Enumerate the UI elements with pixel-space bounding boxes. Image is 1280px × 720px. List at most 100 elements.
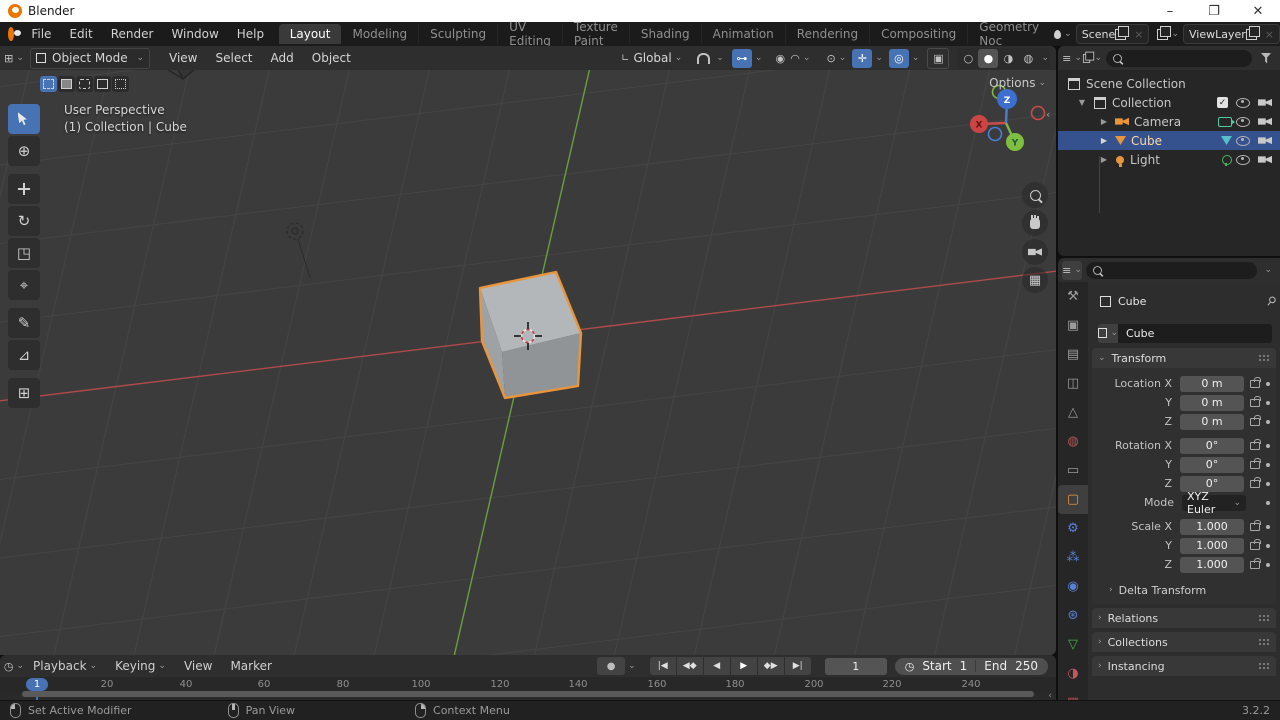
- select-circle-button[interactable]: [76, 76, 93, 92]
- snap-with-button[interactable]: ⊶: [732, 49, 752, 68]
- tab-object-data-properties[interactable]: ▽: [1058, 630, 1088, 659]
- next-keyframe-button[interactable]: ◆▶: [758, 657, 784, 675]
- scene-browse-button[interactable]: ⌄: [1054, 29, 1072, 39]
- tab-physics-properties[interactable]: ◉: [1058, 572, 1088, 601]
- viewport-menu-view[interactable]: View: [160, 46, 206, 70]
- tool-add-cube[interactable]: ⊞: [8, 378, 40, 408]
- rotation-y-field[interactable]: 0°: [1180, 457, 1244, 473]
- transform-orientation-dropdown[interactable]: ∟ Global⌄: [616, 49, 687, 68]
- disable-render-icon[interactable]: [1258, 155, 1272, 164]
- new-scene-icon[interactable]: [1115, 29, 1126, 40]
- timeline-menu-keying[interactable]: Keying⌄: [106, 655, 175, 678]
- show-gizmo-button[interactable]: ✛: [852, 49, 872, 68]
- overlays-chevron[interactable]: ⌄: [912, 53, 920, 63]
- minimize-button[interactable]: –: [1148, 0, 1192, 22]
- properties-search-input[interactable]: [1086, 262, 1257, 279]
- workspace-tab-sculpting[interactable]: Sculpting: [419, 24, 498, 44]
- animate-dot[interactable]: [1266, 420, 1270, 424]
- animate-dot[interactable]: [1266, 544, 1270, 548]
- workspace-tab-uv-editing[interactable]: UV Editing: [498, 24, 563, 44]
- outliner-editor-type-button[interactable]: ≡⌄: [1062, 49, 1082, 68]
- tool-scale[interactable]: ◳: [8, 238, 40, 268]
- collections-panel-header[interactable]: › Collections: [1092, 632, 1276, 652]
- viewport-menu-add[interactable]: Add: [262, 46, 303, 70]
- disclosure-triangle-icon[interactable]: ▶: [1098, 117, 1110, 126]
- workspace-tab-shading[interactable]: Shading: [630, 24, 702, 44]
- delta-transform-subpanel[interactable]: › Delta Transform: [1092, 580, 1276, 600]
- prev-keyframe-button[interactable]: ◀◆: [677, 657, 703, 675]
- tool-annotate[interactable]: ✎: [8, 308, 40, 338]
- workspace-tab-compositing[interactable]: Compositing: [870, 24, 968, 44]
- tab-particle-properties[interactable]: ⁂: [1058, 543, 1088, 572]
- animate-dot[interactable]: [1266, 401, 1270, 405]
- tab-scene-properties[interactable]: △: [1058, 398, 1088, 427]
- mode-dropdown[interactable]: Object Mode⌄: [30, 48, 150, 69]
- playhead[interactable]: 1: [26, 678, 48, 691]
- 3d-viewport[interactable]: Z X Y ⊞ ⌄ Object Mode⌄ View Select Add Ob…: [0, 46, 1056, 655]
- current-frame-field[interactable]: 1: [825, 658, 887, 675]
- drag-grip-icon[interactable]: [1258, 662, 1270, 670]
- menu-render[interactable]: Render: [102, 22, 163, 46]
- xray-toggle-button[interactable]: ▣: [927, 48, 949, 69]
- tool-select-box[interactable]: [8, 104, 40, 134]
- tab-tool-properties[interactable]: ⚒: [1058, 282, 1088, 311]
- menu-window[interactable]: Window: [162, 22, 227, 46]
- disclosure-triangle-icon[interactable]: ▶: [1098, 136, 1110, 145]
- location-y-field[interactable]: 0 m: [1180, 395, 1244, 411]
- options-dropdown[interactable]: Options⌄: [989, 76, 1046, 90]
- disable-render-icon[interactable]: [1258, 136, 1272, 145]
- tool-measure[interactable]: ⊿: [8, 340, 40, 370]
- timeline-menu-playback[interactable]: Playback⌄: [24, 655, 106, 678]
- outliner-search-input[interactable]: [1106, 50, 1252, 67]
- proportional-edit-button[interactable]: ◉: [770, 49, 790, 68]
- animate-dot[interactable]: [1266, 382, 1270, 386]
- snap-with-chevron[interactable]: ⌄: [755, 53, 763, 63]
- tool-cursor[interactable]: ⊕: [8, 136, 40, 166]
- tab-world-properties[interactable]: ◍: [1058, 427, 1088, 456]
- tool-move[interactable]: [8, 174, 40, 204]
- lock-icon[interactable]: [1250, 380, 1260, 388]
- jump-to-end-button[interactable]: ▶|: [785, 657, 811, 675]
- stopwatch-icon[interactable]: ◷: [905, 660, 915, 673]
- start-frame-field[interactable]: 1: [960, 659, 968, 673]
- outliner-row-cube[interactable]: ▶ Cube: [1058, 131, 1280, 150]
- drag-grip-icon[interactable]: [1258, 638, 1270, 646]
- tool-transform[interactable]: ⌖: [8, 270, 40, 300]
- disable-render-icon[interactable]: [1258, 117, 1272, 126]
- pan-button[interactable]: [1022, 210, 1048, 236]
- timeline-collapse-arrow[interactable]: ‹: [1048, 691, 1052, 700]
- maximize-button[interactable]: ❐: [1192, 0, 1236, 22]
- scene-name-field[interactable]: Scene ×: [1076, 24, 1150, 44]
- instancing-panel-header[interactable]: › Instancing: [1092, 656, 1276, 676]
- lock-icon[interactable]: [1250, 523, 1260, 531]
- keying-set-chevron[interactable]: ⌄: [628, 661, 636, 671]
- viewport-menu-select[interactable]: Select: [206, 46, 261, 70]
- view-layer-browse-button[interactable]: ⌄: [1157, 29, 1179, 40]
- drag-grip-icon[interactable]: [1258, 354, 1270, 362]
- hide-eye-icon[interactable]: [1236, 98, 1250, 108]
- select-lasso-button[interactable]: [94, 76, 111, 92]
- scale-z-field[interactable]: 1.000: [1180, 557, 1244, 573]
- select-box-button[interactable]: [58, 76, 75, 92]
- outliner-row-camera[interactable]: ▶ Camera: [1058, 112, 1280, 131]
- tool-rotate[interactable]: ↻: [8, 206, 40, 236]
- animate-dot[interactable]: [1266, 444, 1270, 448]
- ortho-toggle-button[interactable]: ▦: [1022, 267, 1048, 293]
- scale-x-field[interactable]: 1.000: [1180, 519, 1244, 535]
- gizmo-chevron[interactable]: ⌄: [875, 53, 883, 63]
- remove-view-layer-icon[interactable]: ×: [1265, 28, 1274, 41]
- tab-texture-properties[interactable]: ▩: [1058, 688, 1088, 700]
- exclude-checkbox[interactable]: ✓: [1217, 97, 1228, 108]
- workspace-tab-layout[interactable]: Layout: [279, 24, 342, 44]
- close-button[interactable]: ✕: [1236, 0, 1280, 22]
- lock-icon[interactable]: [1250, 442, 1260, 450]
- show-overlays-button[interactable]: ◎: [889, 49, 909, 68]
- select-tweak-button[interactable]: [40, 76, 57, 92]
- viewport-canvas[interactable]: Z X Y: [0, 46, 1056, 655]
- disable-render-icon[interactable]: [1258, 98, 1272, 107]
- rotation-mode-dropdown[interactable]: XYZ Euler⌄: [1182, 495, 1246, 511]
- jump-to-start-button[interactable]: |◀: [650, 657, 676, 675]
- viewport-menu-object[interactable]: Object: [303, 46, 360, 70]
- animate-dot[interactable]: [1266, 463, 1270, 467]
- shading-chevron[interactable]: ⌄: [1041, 53, 1049, 63]
